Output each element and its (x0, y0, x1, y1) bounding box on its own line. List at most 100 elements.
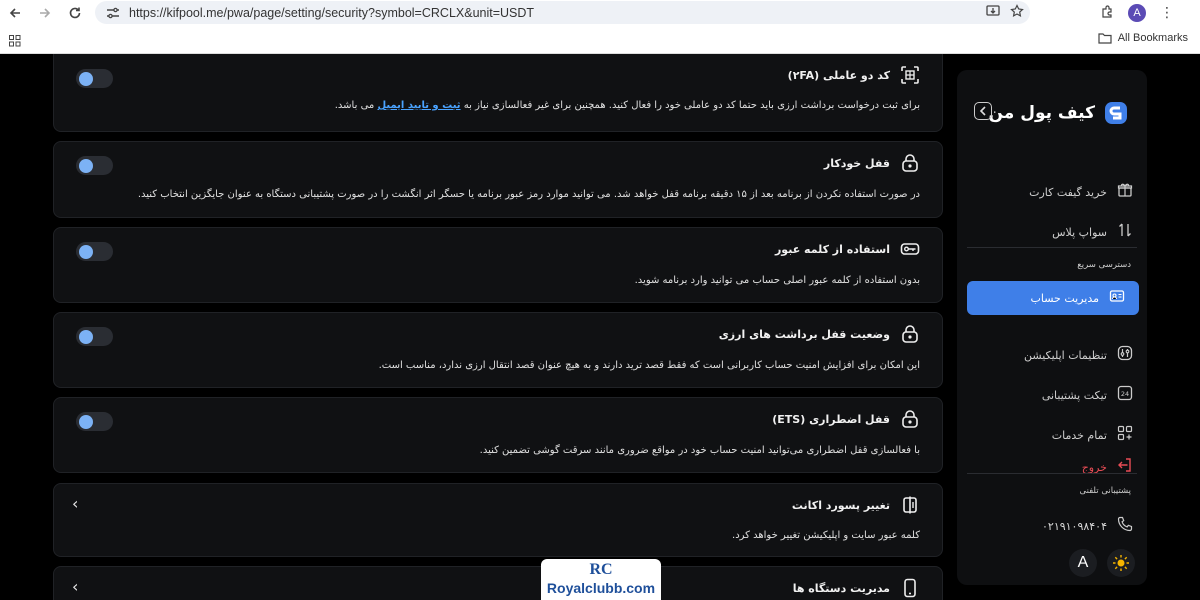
brand-logo-icon (1103, 100, 1129, 126)
toggle-knob (79, 158, 93, 173)
all-bookmarks-button[interactable]: All Bookmarks (1098, 32, 1188, 44)
install-app-icon[interactable] (986, 3, 1000, 22)
apps-grid-icon[interactable] (9, 32, 21, 51)
ticket-icon: 24 (1117, 385, 1133, 405)
sidebar-item-label: سواپ پلاس (1052, 225, 1107, 239)
divider (967, 247, 1137, 248)
reload-icon[interactable] (60, 0, 90, 26)
logout-label: خروج (1081, 460, 1107, 474)
toggle-knob (79, 244, 93, 259)
card-withdrawal-lock: وضعیت قفل برداشت های ارزی این امکان برای… (53, 312, 943, 388)
bookmark-star-icon[interactable] (1010, 3, 1024, 22)
card-title: مدیریت دستگاه ها (792, 581, 890, 595)
browser-toolbar: https://kifpool.me/pwa/page/setting/secu… (0, 0, 1200, 26)
card-emergency-lock: قفل اضطراری (ETS) با فعالسازی قفل اضطرار… (53, 397, 943, 473)
chevron-left-icon (979, 106, 986, 116)
sidebar-item-label: مدیریت حساب (1030, 291, 1099, 305)
watermark-logo: RC (589, 561, 613, 578)
chevron-left-icon[interactable]: ‹ (72, 577, 78, 596)
toggle-knob (79, 71, 93, 86)
card-change-password[interactable]: ‹ تغییر پسورد اکانت کلمه عبور سایت و اپل… (53, 483, 943, 557)
toggle-password-use[interactable] (76, 242, 113, 261)
phone-number: ۰۲۱۹۱۰۹۸۴۰۴ (1042, 519, 1107, 533)
folder-icon (1098, 33, 1112, 44)
theme-toggle-button[interactable] (1107, 549, 1135, 577)
card-description: برای ثبت درخواست برداشت ارزی باید حتما ک… (335, 100, 920, 111)
mobile-device-icon (900, 578, 920, 598)
brand[interactable]: کیف پول من (988, 100, 1129, 126)
sidebar-item-label: تنظیمات اپلیکیشن (1024, 348, 1107, 362)
sidebar: کیف پول من خرید گیفت کارت سواپ پلاس دستر… (957, 70, 1147, 585)
sidebar-item-gift-card[interactable]: خرید گیفت کارت (1029, 182, 1133, 202)
forward-icon[interactable] (30, 0, 60, 26)
bookmarks-bar: All Bookmarks (0, 26, 1200, 54)
brand-name: کیف پول من (988, 103, 1095, 123)
more-menu-icon[interactable]: ⋮ (1160, 5, 1174, 21)
card-device-management[interactable]: ‹ مدیریت دستگاه ها (53, 566, 943, 600)
settings-icon (1117, 345, 1133, 365)
card-description: این امکان برای افزایش امنیت حساب کاربران… (378, 360, 920, 371)
all-bookmarks-label[interactable]: All Bookmarks (1118, 32, 1188, 44)
sidebar-item-label: خرید گیفت کارت (1029, 185, 1107, 199)
toggle-knob (79, 414, 93, 429)
card-title: قفل خودکار (823, 156, 890, 170)
password-change-icon (900, 495, 920, 515)
lock-icon (900, 153, 920, 173)
gift-icon (1117, 182, 1133, 202)
card-title: تغییر پسورد اکانت (791, 498, 890, 512)
sidebar-item-support-ticket[interactable]: 24 تیکت پشتیبانی (1042, 385, 1133, 405)
card-title: استفاده از کلمه عبور (774, 242, 890, 256)
support-phone[interactable]: ۰۲۱۹۱۰۹۸۴۰۴ (1042, 516, 1133, 536)
toggle-auto-lock[interactable] (76, 156, 113, 175)
sidebar-item-all-services[interactable]: تمام خدمات (1052, 425, 1133, 445)
sidebar-item-account-management[interactable]: مدیریت حساب (967, 281, 1139, 315)
qr-scan-icon (900, 65, 920, 85)
desc-text-end: می باشد. (334, 100, 375, 111)
sidebar-item-swap-plus[interactable]: سواپ پلاس (1052, 222, 1133, 242)
card-title: قفل اضطراری (ETS) (772, 412, 890, 426)
watermark-badge: RC Royalclubb.com (541, 559, 661, 600)
grid-icon (1117, 425, 1133, 445)
password-icon (900, 239, 920, 259)
section-title-phone-support: پشتیبانی تلفنی (1079, 486, 1131, 496)
toggle-2fa[interactable] (76, 69, 113, 88)
sun-icon (1113, 555, 1129, 571)
toggle-withdrawal-lock[interactable] (76, 327, 113, 346)
card-2fa: کد دو عاملی (۲FA) برای ثبت درخواست برداش… (53, 54, 943, 132)
back-icon[interactable] (0, 0, 30, 26)
verify-email-link[interactable]: ثبت و تایید ایمیل (377, 100, 460, 111)
logout-button[interactable]: خروج (1082, 457, 1133, 477)
card-description: کلمه عبور سایت و اپلیکیشن تغییر خواهد کر… (732, 530, 920, 541)
watermark-text: Royalclubb.com (546, 580, 656, 596)
phone-icon (1117, 516, 1133, 536)
font-size-button[interactable]: A (1069, 549, 1097, 577)
toggle-knob (79, 329, 93, 344)
toggle-emergency-lock[interactable] (76, 412, 113, 431)
address-bar[interactable]: https://kifpool.me/pwa/page/setting/secu… (95, 1, 1030, 24)
svg-text:24: 24 (1121, 390, 1129, 398)
card-title: وضعیت قفل برداشت های ارزی (718, 327, 890, 341)
app-viewport: کد دو عاملی (۲FA) برای ثبت درخواست برداش… (0, 54, 1200, 600)
extensions-icon[interactable] (1100, 4, 1114, 23)
desc-text: برای ثبت درخواست برداشت ارزی باید حتما ک… (463, 100, 920, 111)
divider (967, 473, 1137, 474)
card-description: بدون استفاده از کلمه عبور اصلی حساب می ت… (634, 275, 920, 286)
card-password-use: استفاده از کلمه عبور بدون استفاده از کلم… (53, 227, 943, 303)
lock-icon (900, 409, 920, 429)
card-title: کد دو عاملی (۲FA) (787, 68, 890, 82)
id-card-icon (1109, 288, 1125, 308)
sidebar-item-app-settings[interactable]: تنظیمات اپلیکیشن (1024, 345, 1133, 365)
card-description: در صورت استفاده نکردن از برنامه بعد از ۱… (137, 189, 920, 200)
chevron-left-icon[interactable]: ‹ (72, 494, 78, 513)
sidebar-item-label: تمام خدمات (1051, 428, 1107, 442)
site-settings-icon[interactable] (101, 7, 125, 19)
swap-icon (1117, 222, 1133, 242)
logout-icon (1117, 457, 1133, 477)
card-auto-lock: قفل خودکار در صورت استفاده نکردن از برنا… (53, 141, 943, 218)
sidebar-item-label: تیکت پشتیبانی (1041, 388, 1107, 402)
profile-avatar[interactable]: A (1128, 4, 1146, 22)
lock-icon (900, 324, 920, 344)
url-text[interactable]: https://kifpool.me/pwa/page/setting/secu… (129, 6, 534, 20)
collapse-sidebar-button[interactable] (974, 102, 992, 120)
card-description: با فعالسازی قفل اضطراری می‌توانید امنیت … (479, 445, 920, 456)
